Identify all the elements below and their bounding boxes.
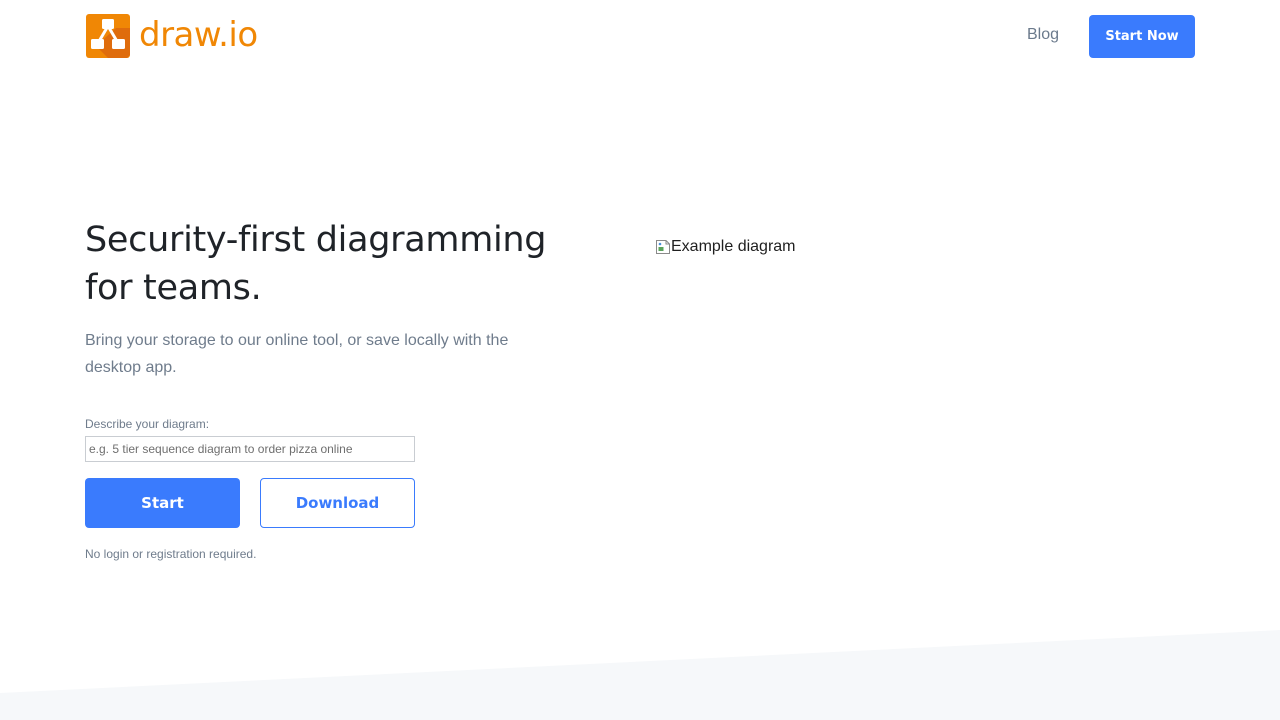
example-diagram-alt-text: Example diagram [671,238,796,255]
hero-subtitle: Bring your storage to our online tool, o… [85,332,509,376]
logo-text: draw.io [139,15,258,55]
describe-diagram-input[interactable] [85,436,415,462]
drawio-logo-icon [86,14,130,58]
no-login-note: No login or registration required. [85,547,257,561]
logo-link[interactable]: draw.io [86,14,258,58]
site-header: draw.io Blog Start Now [0,0,1280,72]
page: draw.io Blog Start Now Security-first di… [0,0,1280,720]
hero-title: Security-first diagramming for teams. [85,220,547,308]
nav-blog-link[interactable]: Blog [1027,25,1059,45]
start-button[interactable]: Start [85,478,240,528]
example-diagram-image: Example diagram [655,236,796,258]
download-button[interactable]: Download [260,478,415,528]
broken-image-icon [656,240,670,254]
describe-diagram-label: Describe your diagram: [85,417,210,431]
start-now-button[interactable]: Start Now [1089,15,1195,58]
bottom-slanted-band [0,630,1280,720]
